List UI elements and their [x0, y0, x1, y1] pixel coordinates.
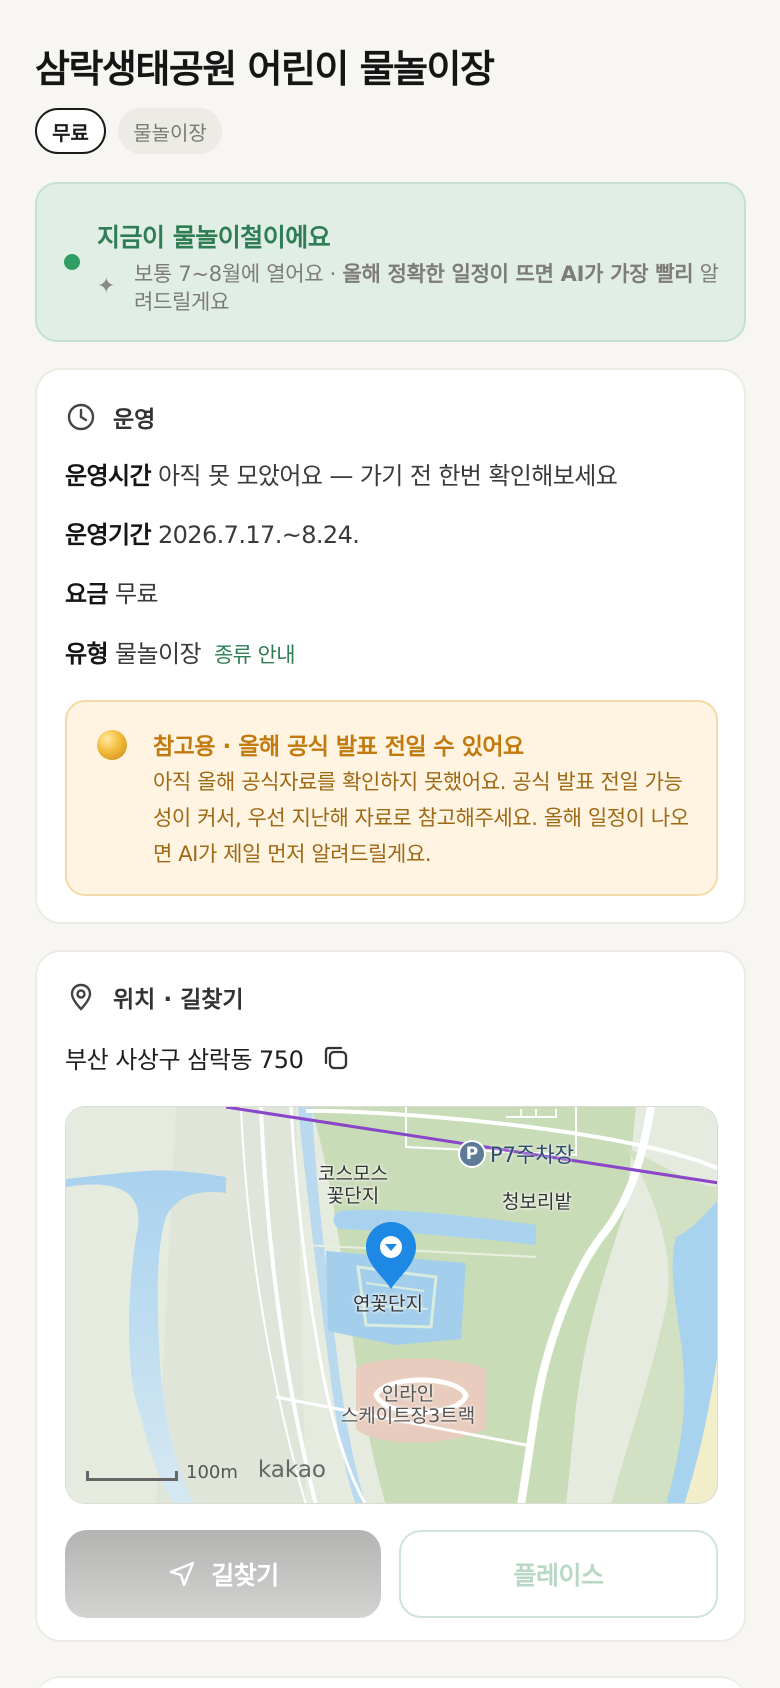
- sparkle-icon: ✦: [97, 274, 116, 299]
- moon-icon: [97, 730, 127, 760]
- notice-title: 참고용 · 올해 공식 발표 전일 수 있어요: [153, 734, 524, 760]
- page-title: 삼락생태공원 어린이 물놀이장: [35, 47, 495, 91]
- kakao-logo: kakao: [257, 1457, 326, 1483]
- fee-row: 요금 무료: [65, 574, 159, 609]
- tag-category[interactable]: 물놀이장: [118, 108, 222, 154]
- map-label-inline-2: 스케이트장3트랙: [340, 1405, 476, 1427]
- season-note: 보통 7~8월에 열어요 · 올해 정확한 일정이 뜨면 AI가 가장 빨리 알…: [134, 262, 719, 314]
- scale-text: 100m: [186, 1462, 238, 1483]
- address-row: 부산 사상구 삼락동 750: [65, 1040, 351, 1075]
- period-row: 운영기간 2026.7.17.~8.24.: [65, 515, 360, 550]
- season-banner: 지금이 물놀이철이에요 ✦ 보통 7~8월에 열어요 · 올해 정확한 일정이 …: [35, 182, 746, 342]
- map-label-cosmos-text: 코스모스 꽃단지: [318, 1163, 388, 1207]
- place-button[interactable]: 플레이스: [399, 1530, 718, 1618]
- type-value: 물놀이장: [115, 640, 202, 668]
- location-card: 위치 · 길찾기 부산 사상구 삼락동 750 코스모스 꽃단지 청보리밭 연꽃…: [35, 950, 746, 1642]
- route-button-label: 길찾기: [211, 1561, 279, 1590]
- type-guide-link[interactable]: 종류 안내: [214, 643, 296, 667]
- copy-icon[interactable]: [321, 1043, 351, 1073]
- operation-heading: 운영: [113, 407, 156, 433]
- map-view[interactable]: 코스모스 꽃단지 청보리밭 연꽃단지 인라인 스케이트장3트랙 P P7주차장 …: [65, 1106, 718, 1504]
- fee-key: 요금: [65, 580, 109, 608]
- notice-body: 아직 올해 공식자료를 확인하지 못했어요. 공식 발표 전일 가능성이 커서,…: [153, 770, 689, 866]
- location-header: 위치 · 길찾기: [65, 980, 244, 1014]
- location-heading: 위치 · 길찾기: [113, 987, 244, 1013]
- season-title: 지금이 물놀이철이에요: [97, 223, 331, 252]
- map-scale: 100m kakao: [86, 1457, 326, 1483]
- type-row: 유형 물놀이장 종류 안내: [65, 634, 296, 669]
- operation-card: 운영 운영시간 아직 못 모았어요 — 가기 전 한번 확인해보세요 운영기간 …: [35, 368, 746, 924]
- navigation-arrow-icon: [170, 1561, 195, 1587]
- scale-bar: [86, 1471, 178, 1481]
- map-label-blueberry: 청보리밭: [502, 1191, 572, 1213]
- map-label-lotus: 연꽃단지: [353, 1293, 423, 1315]
- hours-row: 운영시간 아직 못 모았어요 — 가기 전 한번 확인해보세요: [65, 456, 618, 491]
- route-button[interactable]: 길찾기: [65, 1530, 381, 1618]
- parking-text: P7주차장: [490, 1143, 574, 1167]
- tag-free[interactable]: 무료: [35, 108, 106, 154]
- map-label-inline-1: 인라인: [381, 1383, 435, 1405]
- map-parking-label: P P7주차장: [458, 1139, 574, 1169]
- period-value: 2026.7.17.~8.24.: [157, 521, 360, 549]
- hours-value: 아직 못 모았어요 — 가기 전 한번 확인해보세요: [157, 462, 618, 490]
- address-text: 부산 사상구 삼락동 750: [65, 1046, 304, 1074]
- parking-icon: P: [458, 1140, 486, 1168]
- reference-notice: 참고용 · 올해 공식 발표 전일 수 있어요 아직 올해 공식자료를 확인하지…: [65, 700, 718, 896]
- period-key: 운영기간: [65, 521, 152, 549]
- fee-value: 무료: [115, 580, 159, 608]
- clock-icon: [65, 401, 97, 433]
- next-card-edge: [35, 1676, 746, 1688]
- location-pin-icon: [65, 981, 97, 1013]
- operation-header: 운영: [65, 400, 155, 434]
- map-label-cosmos: 코스모스 꽃단지: [312, 1163, 394, 1207]
- hours-key: 운영시간: [65, 462, 152, 490]
- status-dot-icon: [64, 254, 80, 270]
- type-key: 유형: [65, 640, 109, 668]
- map-label-inline: 인라인 스케이트장3트랙: [328, 1383, 488, 1427]
